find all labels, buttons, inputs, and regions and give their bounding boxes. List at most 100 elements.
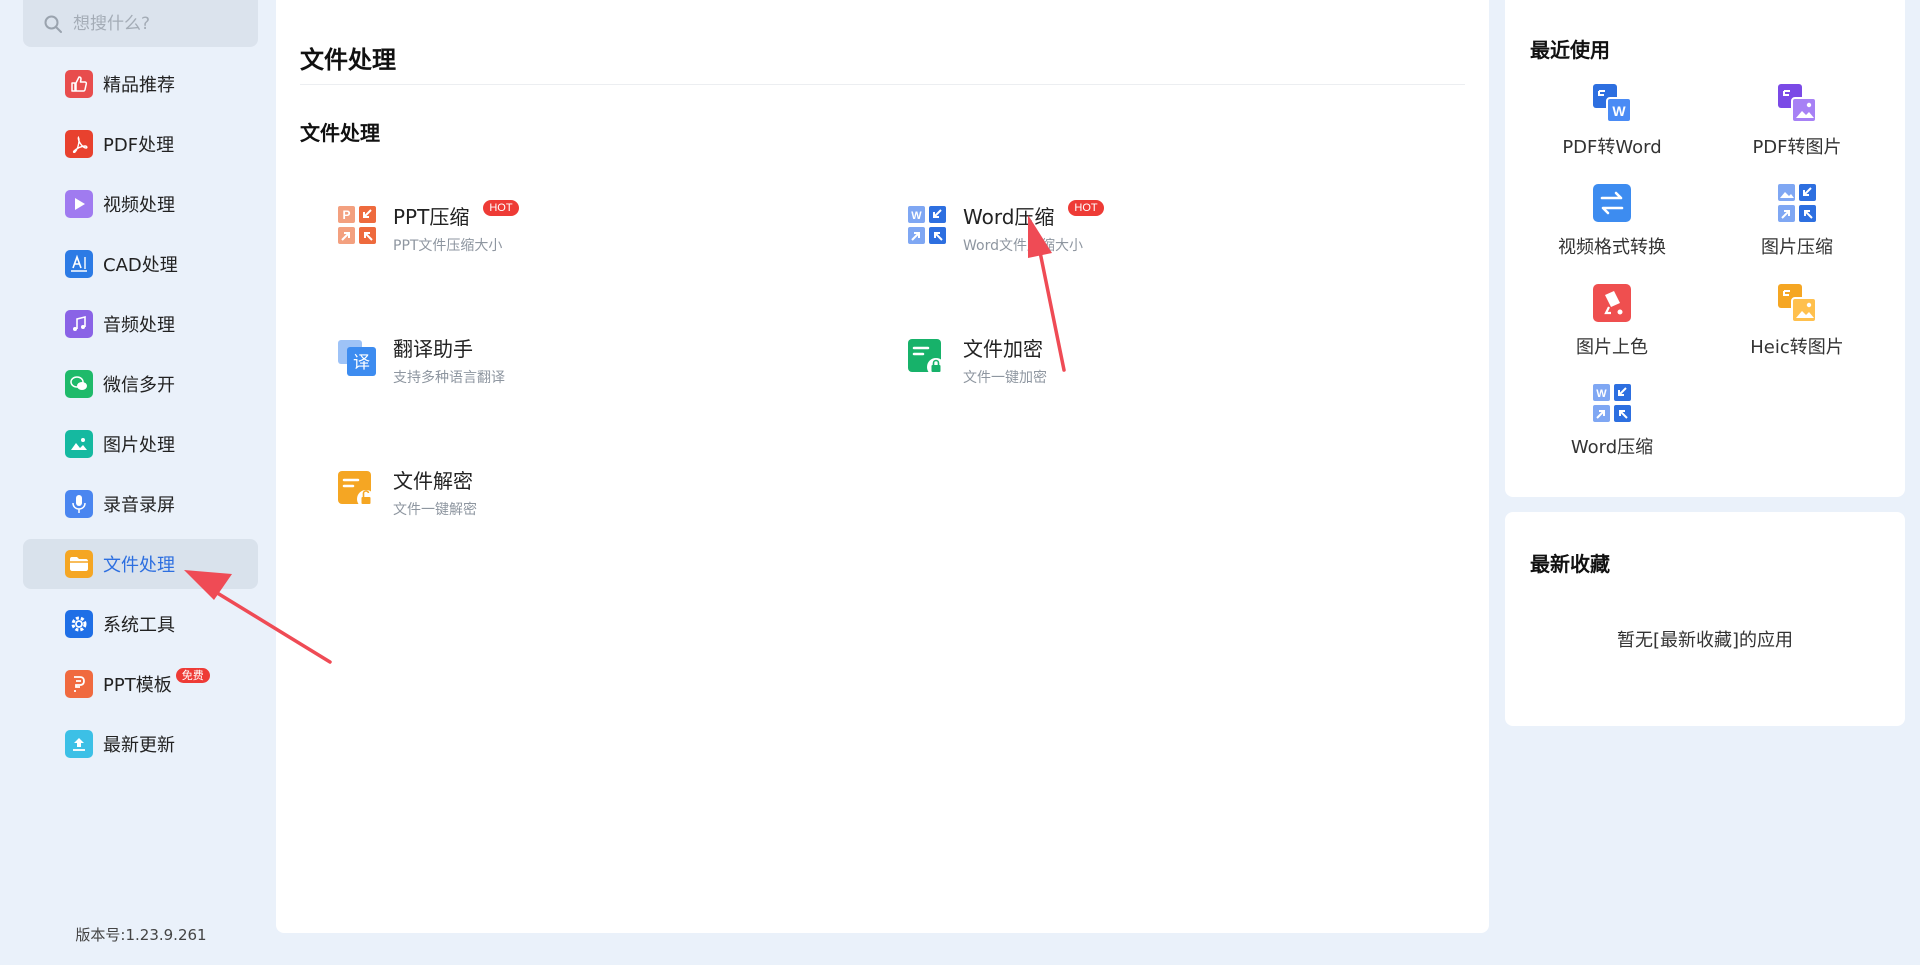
sidebar-item-ppt-template[interactable]: PPT模板 免费: [23, 659, 258, 709]
cad-icon: [65, 250, 93, 278]
main-panel: 文件处理 文件处理 P PPT压缩 HOT PPT文件压缩大小 W Word压缩…: [276, 0, 1489, 933]
pdf-icon: [65, 130, 93, 158]
sidebar-item-label: 录音录屏: [103, 495, 175, 516]
recent-app-heic-to-image[interactable]: Heic转图片: [1707, 283, 1887, 373]
sidebar-item-label: PDF处理: [103, 135, 175, 156]
sidebar: 精品推荐 PDF处理 视频处理 CAD处理 音频处理: [0, 0, 270, 965]
recent-app-pdf-to-image[interactable]: PDF转图片: [1707, 83, 1887, 173]
ppt-template-icon: [65, 670, 93, 698]
play-icon: [65, 190, 93, 218]
svg-text:W: W: [1596, 388, 1607, 400]
microphone-icon: [65, 490, 93, 518]
app-label: Word压缩: [1570, 437, 1654, 458]
app-label: PDF转Word: [1562, 137, 1662, 158]
sidebar-item-pdf[interactable]: PDF处理: [23, 119, 258, 169]
tool-ppt-compress[interactable]: P PPT压缩 HOT PPT文件压缩大小: [337, 199, 757, 265]
sidebar-item-audio[interactable]: 音频处理: [23, 299, 258, 349]
recent-app-pdf-to-word[interactable]: W PDF转Word: [1522, 83, 1702, 173]
sidebar-item-video[interactable]: 视频处理: [23, 179, 258, 229]
folder-icon: [65, 550, 93, 578]
file-decrypt-icon: [338, 471, 375, 508]
tool-file-decrypt[interactable]: 文件解密 文件一键解密: [337, 465, 757, 529]
tool-file-encrypt[interactable]: 文件加密 文件一键加密: [907, 333, 1327, 397]
app-label: 图片压缩: [1761, 237, 1833, 258]
recent-app-video-convert[interactable]: 视频格式转换: [1522, 183, 1702, 273]
title-divider: [300, 84, 1465, 85]
pdf-to-word-icon: W: [1593, 84, 1632, 123]
svg-text:译: 译: [353, 353, 370, 373]
upload-icon: [65, 730, 93, 758]
recent-app-image-colorize[interactable]: 图片上色: [1522, 283, 1702, 373]
app-window: 精品推荐 PDF处理 视频处理 CAD处理 音频处理: [0, 0, 1920, 965]
favorites-empty-message: 暂无[最新收藏]的应用: [1616, 630, 1794, 651]
recent-app-image-compress[interactable]: 图片压缩: [1707, 183, 1887, 273]
recent-app-word-compress[interactable]: W Word压缩: [1522, 383, 1702, 473]
image-compress-icon: [1778, 184, 1816, 222]
svg-text:W: W: [911, 210, 922, 222]
sidebar-item-label: 图片处理: [103, 435, 175, 456]
tool-name: 文件加密: [963, 337, 1043, 361]
sidebar-item-updates[interactable]: 最新更新: [23, 719, 258, 769]
sidebar-item-file[interactable]: 文件处理: [23, 539, 258, 589]
recent-title: 最近使用: [1530, 38, 1610, 62]
sidebar-item-label: 视频处理: [103, 195, 175, 216]
tool-description: PPT文件压缩大小: [393, 238, 503, 254]
tool-name: 翻译助手: [393, 337, 473, 361]
tool-word-compress[interactable]: W Word压缩 HOT Word文件压缩大小: [907, 199, 1327, 265]
app-label: 视频格式转换: [1558, 237, 1666, 258]
tool-description: 文件一键解密: [393, 502, 477, 518]
svg-text:W: W: [1612, 103, 1626, 119]
tool-description: 文件一键加密: [963, 370, 1047, 386]
sidebar-item-label: 微信多开: [103, 375, 175, 396]
sidebar-item-label: 音频处理: [103, 315, 175, 336]
sidebar-item-system[interactable]: 系统工具: [23, 599, 258, 649]
gear-icon: [65, 610, 93, 638]
translate-icon: 译: [338, 340, 376, 376]
section-title: 文件处理: [300, 121, 380, 145]
video-convert-icon: [1593, 184, 1631, 222]
page-title: 文件处理: [300, 46, 396, 74]
svg-text:P: P: [342, 208, 350, 222]
image-icon: [65, 430, 93, 458]
heic-to-image-icon: [1778, 284, 1817, 323]
search-input[interactable]: [73, 13, 243, 34]
file-encrypt-icon: [908, 339, 945, 376]
ppt-compress-icon: P: [338, 206, 376, 244]
recent-panel: 最近使用 W PDF转Word PDF转图片 视频格式转换 图片压缩 图片上色 …: [1505, 0, 1905, 497]
sidebar-item-featured[interactable]: 精品推荐: [23, 59, 258, 109]
hot-badge: HOT: [483, 199, 519, 216]
word-compress-icon: W: [1593, 384, 1631, 422]
search-bar[interactable]: [23, 0, 258, 47]
tool-name: PPT压缩: [393, 205, 470, 229]
free-badge: 免费: [175, 667, 210, 683]
tool-name: 文件解密: [393, 469, 473, 493]
word-compress-icon: W: [908, 206, 946, 244]
hot-badge: HOT: [1068, 199, 1104, 216]
favorites-title: 最新收藏: [1530, 552, 1610, 576]
tool-name: Word压缩: [963, 205, 1055, 229]
thumbs-up-icon: [65, 70, 93, 98]
pdf-to-image-icon: [1778, 84, 1817, 123]
tool-description: Word文件压缩大小: [963, 238, 1083, 254]
sidebar-item-label: 精品推荐: [103, 75, 175, 96]
version-label: 版本号:1.23.9.261: [75, 926, 207, 944]
search-icon: [44, 15, 62, 33]
tool-description: 支持多种语言翻译: [393, 370, 505, 386]
sidebar-item-label: PPT模板: [103, 675, 172, 696]
sidebar-item-label: 最新更新: [103, 735, 175, 756]
sidebar-item-label: 系统工具: [103, 615, 175, 636]
app-label: Heic转图片: [1750, 337, 1844, 358]
image-colorize-icon: [1593, 284, 1631, 322]
app-label: 图片上色: [1576, 337, 1648, 358]
sidebar-item-record[interactable]: 录音录屏: [23, 479, 258, 529]
sidebar-item-wechat[interactable]: 微信多开: [23, 359, 258, 409]
wechat-icon: [65, 370, 93, 398]
app-label: PDF转图片: [1752, 137, 1842, 158]
sidebar-item-cad[interactable]: CAD处理: [23, 239, 258, 289]
music-note-icon: [65, 310, 93, 338]
sidebar-item-label: CAD处理: [103, 255, 178, 276]
favorites-panel: 最新收藏 暂无[最新收藏]的应用: [1505, 512, 1905, 726]
sidebar-item-label: 文件处理: [103, 555, 175, 576]
sidebar-item-image[interactable]: 图片处理: [23, 419, 258, 469]
tool-translate[interactable]: 译 翻译助手 支持多种语言翻译: [337, 333, 757, 397]
